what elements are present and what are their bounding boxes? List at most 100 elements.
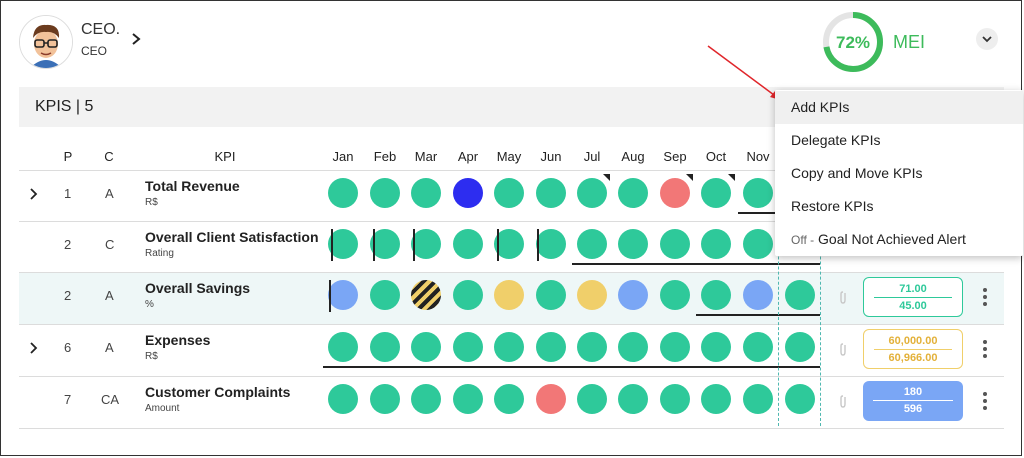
- kpi-status-dot[interactable]: [618, 384, 648, 414]
- kpi-result-box[interactable]: 180 596: [863, 381, 963, 421]
- avatar-illustration: [20, 16, 72, 68]
- kpi-status-dot[interactable]: [701, 384, 731, 414]
- row-more-icon[interactable]: [983, 340, 987, 361]
- kpi-status-dot[interactable]: [785, 332, 815, 362]
- kpi-status-dot[interactable]: [743, 178, 773, 208]
- kpi-status-dot[interactable]: [660, 332, 690, 362]
- kpi-result-box[interactable]: 71.00 45.00: [863, 277, 963, 317]
- row-category: A: [105, 288, 114, 303]
- menu-item-copy-move-kpis[interactable]: Copy and Move KPIs: [775, 157, 1023, 190]
- kpi-status-dot[interactable]: [618, 280, 648, 310]
- kpi-status-dot[interactable]: [577, 332, 607, 362]
- kpi-status-dot[interactable]: [328, 178, 358, 208]
- mei-progress-ring: 72%: [823, 12, 883, 72]
- kpi-status-dot[interactable]: [370, 178, 400, 208]
- row-more-icon[interactable]: [983, 288, 987, 309]
- kpi-status-dot[interactable]: [411, 178, 441, 208]
- kpi-status-dot[interactable]: [701, 178, 731, 208]
- kpi-name: Overall Client Satisfaction: [145, 229, 319, 245]
- kpi-status-dot[interactable]: [785, 280, 815, 310]
- kpi-status-dot[interactable]: [660, 229, 690, 259]
- kpi-status-dot[interactable]: [785, 384, 815, 414]
- row-divider: [19, 324, 1004, 325]
- kpi-status-dot[interactable]: [411, 384, 441, 414]
- user-role: CEO: [81, 44, 108, 58]
- row-more-icon[interactable]: [983, 392, 987, 413]
- kpi-status-dot[interactable]: [701, 332, 731, 362]
- row-priority: 2: [64, 237, 72, 252]
- avatar[interactable]: [19, 15, 73, 69]
- result-actual: 71.00: [899, 283, 927, 295]
- kpi-status-dot[interactable]: [660, 384, 690, 414]
- row-divider: [19, 376, 1004, 377]
- kpi-status-dot[interactable]: [618, 178, 648, 208]
- kpi-status-dot[interactable]: [453, 229, 483, 259]
- kpi-status-dot[interactable]: [701, 229, 731, 259]
- column-header-c: C: [104, 149, 114, 164]
- comment-flag-icon[interactable]: [603, 174, 610, 181]
- kpi-status-dot[interactable]: [411, 280, 441, 310]
- kpi-status-dot[interactable]: [494, 280, 524, 310]
- kpi-status-dot[interactable]: [453, 384, 483, 414]
- menu-item-goal-alert[interactable]: Off - Goal Not Achieved Alert: [775, 223, 1023, 256]
- kpi-status-dot[interactable]: [618, 332, 648, 362]
- kpi-status-dot[interactable]: [536, 384, 566, 414]
- period-underline: [323, 366, 820, 368]
- kpi-status-dot[interactable]: [743, 384, 773, 414]
- kpi-status-dot[interactable]: [370, 280, 400, 310]
- kpi-status-dot[interactable]: [660, 178, 690, 208]
- kpi-status-dot[interactable]: [577, 384, 607, 414]
- menu-item-add-kpis[interactable]: Add KPIs: [775, 91, 1023, 124]
- column-header-may: May: [496, 149, 522, 164]
- period-divider: [413, 229, 415, 261]
- kpi-status-dot[interactable]: [453, 280, 483, 310]
- kpi-status-dot[interactable]: [743, 280, 773, 310]
- column-header-oct: Oct: [705, 149, 727, 164]
- kpi-status-dot[interactable]: [453, 178, 483, 208]
- kpi-status-dot[interactable]: [743, 229, 773, 259]
- kpi-status-dot[interactable]: [494, 332, 524, 362]
- result-actual: 180: [903, 386, 923, 398]
- menu-item-restore-kpis[interactable]: Restore KPIs: [775, 190, 1023, 223]
- mei-dropdown-button[interactable]: [976, 28, 998, 50]
- kpi-status-dot[interactable]: [411, 332, 441, 362]
- attachment-icon[interactable]: [838, 394, 848, 408]
- kpi-status-dot[interactable]: [453, 332, 483, 362]
- menu-item-delegate-kpis[interactable]: Delegate KPIs: [775, 124, 1023, 157]
- comment-flag-icon[interactable]: [728, 174, 735, 181]
- result-actual: 60,000.00: [888, 335, 938, 347]
- kpi-status-dot[interactable]: [328, 280, 358, 310]
- kpi-status-dot[interactable]: [701, 280, 731, 310]
- column-header-jul: Jul: [583, 149, 601, 164]
- kpi-status-dot[interactable]: [536, 332, 566, 362]
- kpi-status-dot[interactable]: [536, 280, 566, 310]
- period-divider: [537, 229, 539, 261]
- kpi-status-dot[interactable]: [618, 229, 648, 259]
- kpi-status-dot[interactable]: [577, 280, 607, 310]
- expand-row-icon[interactable]: [29, 342, 39, 354]
- kpi-status-dot[interactable]: [494, 384, 524, 414]
- kpi-status-dot[interactable]: [328, 332, 358, 362]
- kpi-status-dot[interactable]: [370, 332, 400, 362]
- kpi-status-dot[interactable]: [743, 332, 773, 362]
- expand-row-icon[interactable]: [29, 188, 39, 200]
- kpi-result-box[interactable]: 60,000.00 60,966.00: [863, 329, 963, 369]
- attachment-icon[interactable]: [838, 342, 848, 356]
- kpi-status-dot[interactable]: [660, 280, 690, 310]
- kpi-status-dot[interactable]: [536, 178, 566, 208]
- alert-label: Goal Not Achieved Alert: [818, 231, 966, 247]
- kpi-status-dot[interactable]: [370, 384, 400, 414]
- kpi-status-dot[interactable]: [577, 178, 607, 208]
- kpi-status-dot[interactable]: [577, 229, 607, 259]
- kpi-status-dot[interactable]: [328, 384, 358, 414]
- period-divider: [373, 229, 375, 261]
- column-header-mar: Mar: [414, 149, 438, 164]
- kpi-status-dot[interactable]: [411, 229, 441, 259]
- kpi-status-dot[interactable]: [536, 229, 566, 259]
- kpi-actions-menu: Add KPIs Delegate KPIs Copy and Move KPI…: [775, 90, 1023, 256]
- comment-flag-icon[interactable]: [686, 174, 693, 181]
- kpi-name: Overall Savings: [145, 280, 251, 296]
- kpi-status-dot[interactable]: [494, 178, 524, 208]
- chevron-right-icon[interactable]: [130, 32, 142, 46]
- attachment-icon[interactable]: [838, 290, 848, 304]
